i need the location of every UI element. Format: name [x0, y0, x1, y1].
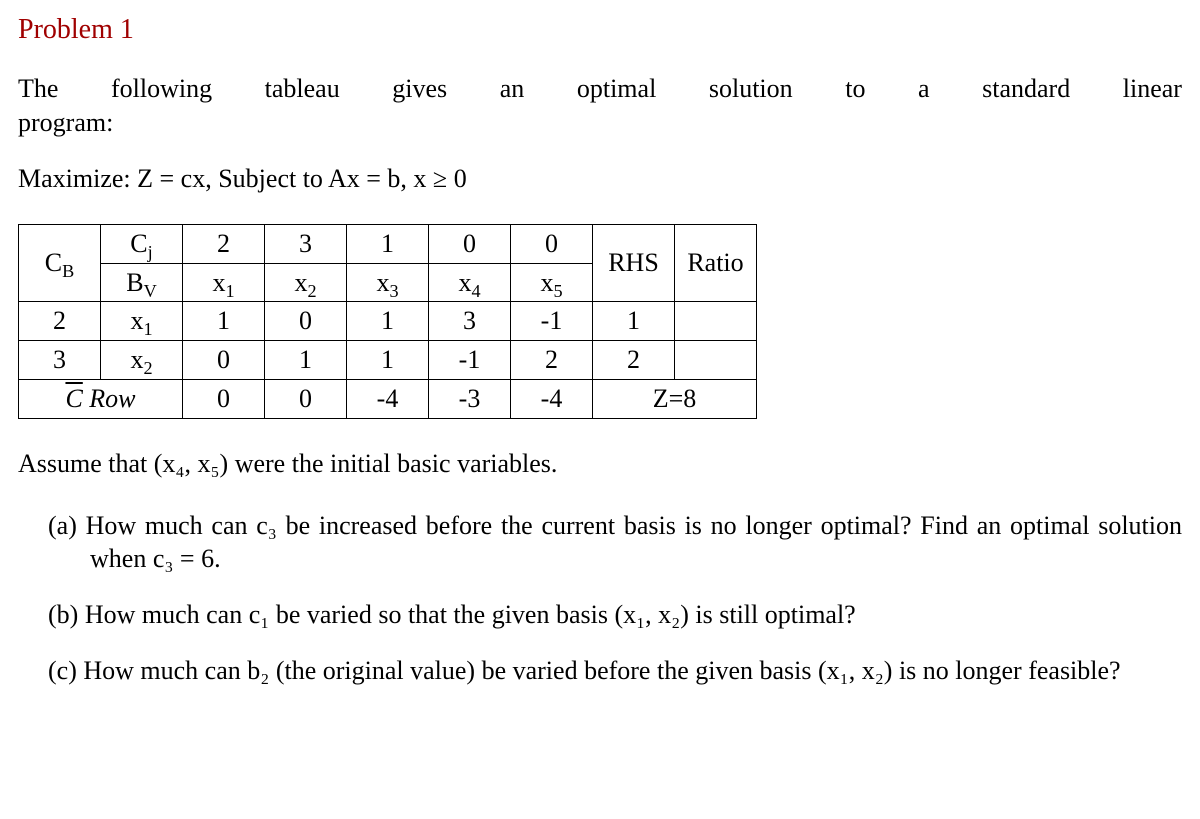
r2rhs: 2	[593, 341, 675, 380]
tableau-crow: C Row 0 0 -4 -3 -4 Z=8	[19, 379, 757, 418]
r1c1: 1	[183, 302, 265, 341]
maximize-line: Maximize: Z = cx, Subject to Ax = b, x ≥…	[18, 162, 1182, 196]
bv-2: x2	[101, 341, 183, 380]
crow5: -4	[511, 379, 593, 418]
w: tableau	[265, 72, 340, 106]
intro-line2: program:	[18, 106, 1182, 140]
r1c4: 3	[429, 302, 511, 341]
intro-text: The following tableau gives an optimal s…	[18, 72, 1182, 140]
cj-header: Cj	[101, 224, 183, 263]
tableau-row-2: 3 x2 0 1 1 -1 2 2	[19, 341, 757, 380]
crow4: -3	[429, 379, 511, 418]
simplex-tableau: CB Cj 2 3 1 0 0 RHS Ratio BV x1 x2 x3 x4…	[18, 224, 757, 419]
x5-header: x5	[511, 263, 593, 302]
w: linear	[1123, 72, 1182, 106]
c2-val: 3	[265, 224, 347, 263]
r2c3: 1	[347, 341, 429, 380]
r1rhs: 1	[593, 302, 675, 341]
w: an	[500, 72, 525, 106]
tableau-row-1: 2 x1 1 0 1 3 -1 1	[19, 302, 757, 341]
w: following	[111, 72, 212, 106]
c4-val: 0	[429, 224, 511, 263]
rhs-header: RHS	[593, 224, 675, 302]
r2c5: 2	[511, 341, 593, 380]
x4-header: x4	[429, 263, 511, 302]
x1-header: x1	[183, 263, 265, 302]
crow-label: C Row	[19, 379, 183, 418]
part-b: (b) How much can c₁ be varied so that th…	[48, 598, 1182, 632]
w: optimal	[577, 72, 656, 106]
c3-val: 1	[347, 224, 429, 263]
crow1: 0	[183, 379, 265, 418]
c5-val: 0	[511, 224, 593, 263]
cb-header: CB	[19, 224, 101, 302]
tableau-header-row-1: CB Cj 2 3 1 0 0 RHS Ratio	[19, 224, 757, 263]
cb-1: 2	[19, 302, 101, 341]
crow3: -4	[347, 379, 429, 418]
w: The	[18, 72, 58, 106]
w: to	[845, 72, 865, 106]
r1c3: 1	[347, 302, 429, 341]
crow2: 0	[265, 379, 347, 418]
w: standard	[982, 72, 1070, 106]
w: a	[918, 72, 930, 106]
bv-header: BV	[101, 263, 183, 302]
part-c: (c) How much can b₂ (the original value)…	[48, 654, 1182, 688]
r2c2: 1	[265, 341, 347, 380]
z-value: Z=8	[593, 379, 757, 418]
r1ratio	[675, 302, 757, 341]
cb-2: 3	[19, 341, 101, 380]
r2ratio	[675, 341, 757, 380]
r1c5: -1	[511, 302, 593, 341]
r2c4: -1	[429, 341, 511, 380]
r1c2: 0	[265, 302, 347, 341]
w: gives	[392, 72, 447, 106]
c1-val: 2	[183, 224, 265, 263]
ratio-header: Ratio	[675, 224, 757, 302]
subparts-list: (a) How much can c₃ be increased before …	[18, 509, 1182, 688]
part-a: (a) How much can c₃ be increased before …	[48, 509, 1182, 577]
assumption-text: Assume that (x₄, x₅) were the initial ba…	[18, 447, 1182, 481]
x3-header: x3	[347, 263, 429, 302]
w: solution	[709, 72, 793, 106]
problem-title: Problem 1	[18, 12, 1182, 48]
bv-1: x1	[101, 302, 183, 341]
r2c1: 0	[183, 341, 265, 380]
x2-header: x2	[265, 263, 347, 302]
